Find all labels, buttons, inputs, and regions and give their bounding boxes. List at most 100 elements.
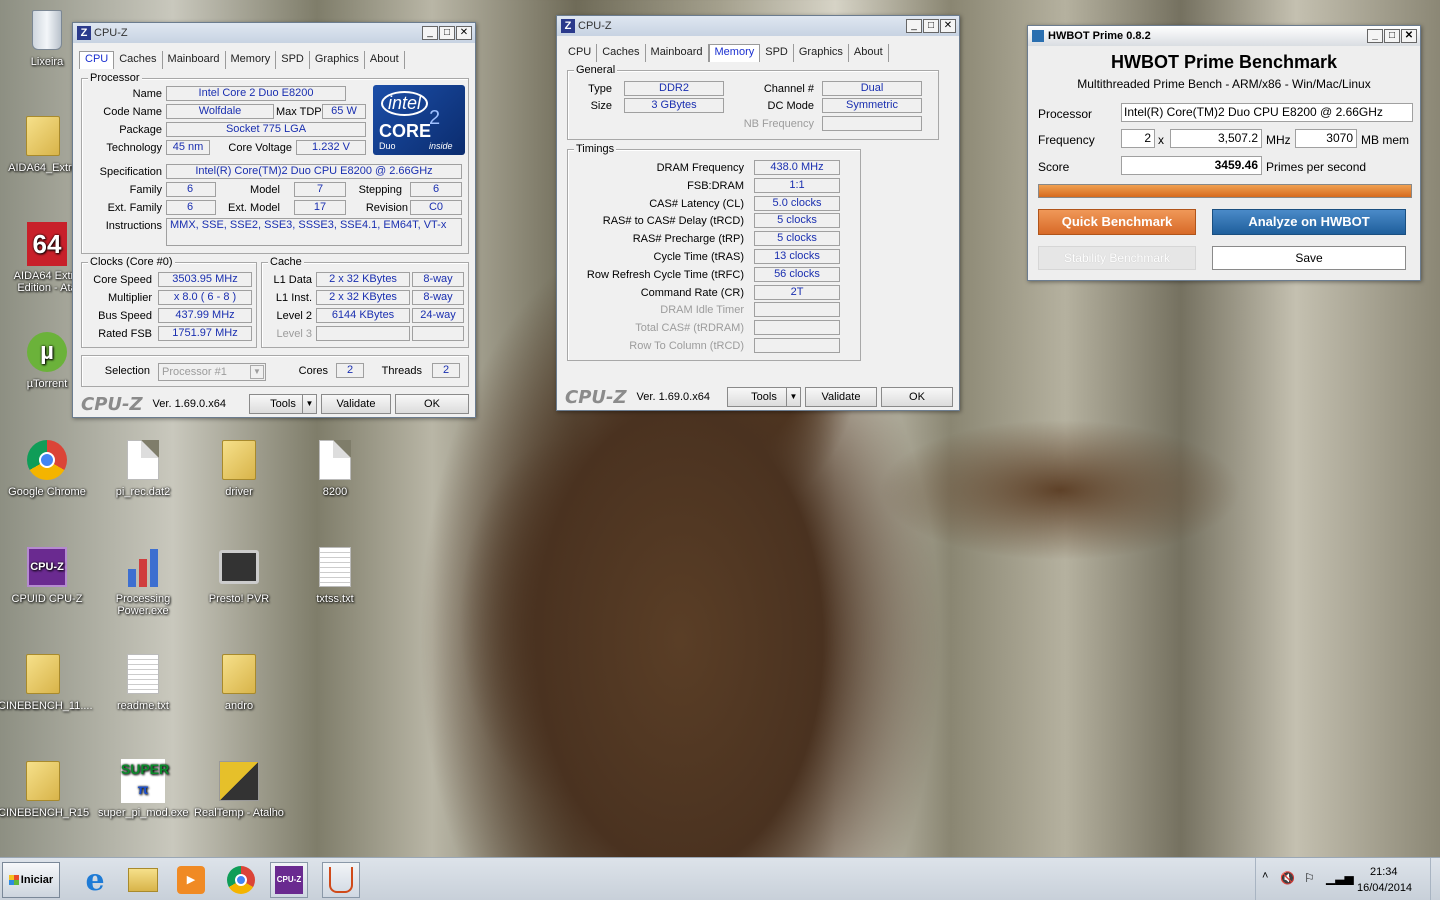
folder-icon[interactable]: driver: [194, 438, 284, 498]
java-taskbar-icon[interactable]: [322, 862, 360, 898]
tools-button[interactable]: Tools ▼: [249, 394, 317, 414]
cpuz-logo-icon: Z: [77, 26, 91, 40]
cpuz-memory-window: Z CPU-Z _ □ ✕ CPU Caches Mainboard Memory S…: [556, 15, 960, 411]
subheading: Multithreaded Prime Bench - ARM/x86 - Wi…: [1077, 77, 1371, 91]
save-button[interactable]: Save: [1212, 246, 1406, 270]
memory-label: MB mem: [1361, 133, 1409, 147]
chevron-down-icon[interactable]: ▼: [250, 365, 264, 379]
tab-cpu[interactable]: CPU: [79, 51, 115, 69]
tab-caches[interactable]: Caches: [114, 51, 163, 69]
timing-label: DRAM Idle Timer: [660, 304, 744, 317]
clock-time[interactable]: 21:34: [1370, 866, 1398, 878]
tab-cpu[interactable]: CPU: [563, 44, 598, 62]
file-icon[interactable]: pi_rec.dat2: [98, 438, 188, 498]
folder-icon[interactable]: CINEBENCH_R15: [0, 759, 90, 819]
minimize-icon[interactable]: _: [1367, 29, 1383, 43]
windows-logo-icon: [8, 875, 19, 885]
tab-graphics[interactable]: Graphics: [794, 44, 849, 62]
score-value: 3459.46: [1121, 156, 1262, 175]
extfamily-label: Ext. Family: [107, 202, 162, 214]
bar-chart-icon[interactable]: Processing Power.exe: [98, 545, 188, 617]
timing-label: Total CAS# (tRDRAM): [635, 322, 744, 335]
text-file-icon[interactable]: txtss.txt: [290, 545, 380, 605]
chrome-icon[interactable]: [222, 862, 260, 898]
cpuz-cpu-window: Z CPU-Z _ □ ✕ CPU Caches Mainboard Memory S…: [72, 22, 476, 418]
tv-icon[interactable]: Presto! PVR: [194, 545, 284, 605]
icon-label: CINEBENCH_R15: [0, 807, 90, 819]
icon-label: readme.txt: [117, 700, 169, 712]
file-explorer-icon[interactable]: [124, 862, 162, 898]
progress-fill: [1039, 185, 1411, 197]
extfamily-value: 6: [166, 200, 216, 215]
folder-icon[interactable]: CINEBENCH_11....: [0, 652, 93, 712]
tab-about[interactable]: About: [849, 44, 889, 62]
network-icon[interactable]: ▁▃▅: [1326, 871, 1354, 885]
specification-label: Specification: [99, 166, 162, 178]
minimize-icon[interactable]: _: [422, 26, 438, 40]
chevron-down-icon[interactable]: ▼: [786, 388, 800, 406]
l1-inst-value: 2 x 32 KBytes: [316, 290, 410, 305]
tab-about[interactable]: About: [365, 51, 405, 69]
instructions-value: MMX, SSE, SSE2, SSE3, SSSE3, SSE4.1, EM6…: [166, 218, 462, 246]
processor-value: Intel(R) Core(TM)2 Duo CPU E8200 @ 2.66G…: [1121, 103, 1413, 122]
ok-button[interactable]: OK: [395, 394, 469, 414]
package-label: Package: [119, 124, 162, 136]
close-icon[interactable]: ✕: [940, 19, 956, 33]
timing-label: Command Rate (CR): [640, 286, 744, 299]
quick-benchmark-button[interactable]: Quick Benchmark: [1038, 209, 1196, 235]
icon-label: pi_rec.dat2: [115, 486, 171, 498]
tab-spd[interactable]: SPD: [760, 44, 794, 62]
timing-value: 5 clocks: [754, 213, 840, 229]
tab-graphics[interactable]: Graphics: [310, 51, 365, 69]
validate-button[interactable]: Validate: [805, 387, 877, 407]
tab-mainboard[interactable]: Mainboard: [163, 51, 226, 69]
system-tray: ˄ 🔇 ⚐ ▁▃▅ 21:34 16/04/2014: [1255, 858, 1440, 900]
maximize-icon[interactable]: □: [923, 19, 939, 33]
window-title: HWBOT Prime 0.8.2: [1048, 30, 1151, 42]
tab-spd[interactable]: SPD: [276, 51, 310, 69]
tab-mainboard[interactable]: Mainboard: [646, 44, 709, 62]
clock-date[interactable]: 16/04/2014: [1357, 882, 1412, 894]
file-icon[interactable]: 8200: [290, 438, 380, 498]
close-icon[interactable]: ✕: [1401, 29, 1417, 43]
volume-muted-icon[interactable]: 🔇: [1280, 871, 1295, 885]
family-label: Family: [129, 184, 162, 196]
tab-caches[interactable]: Caches: [597, 44, 646, 62]
maxtdp-value: 65 W: [322, 104, 366, 119]
instructions-label: Instructions: [105, 220, 162, 232]
minimize-icon[interactable]: _: [906, 19, 922, 33]
validate-button[interactable]: Validate: [321, 394, 391, 414]
show-hidden-icons-icon[interactable]: ˄: [1262, 870, 1268, 882]
text-file-icon[interactable]: readme.txt: [98, 652, 188, 712]
start-button[interactable]: Iniciar: [2, 862, 60, 898]
icon-label: RealTemp - Atalho: [194, 807, 284, 819]
superpi-icon[interactable]: SUPER π super_pi_mod.exe: [98, 759, 189, 819]
tools-button[interactable]: Tools ▼: [727, 387, 801, 407]
tab-memory[interactable]: Memory: [708, 44, 761, 62]
timing-label: FSB:DRAM: [687, 179, 744, 192]
chevron-down-icon[interactable]: ▼: [302, 395, 316, 413]
title-bar[interactable]: Z CPU-Z _ □ ✕: [73, 23, 475, 43]
folder-icon[interactable]: andro: [194, 652, 284, 712]
tab-memory[interactable]: Memory: [226, 51, 277, 69]
maximize-icon[interactable]: □: [1384, 29, 1400, 43]
timing-label: Cycle Time (tRAS): [653, 251, 744, 263]
cpuz-taskbar-icon[interactable]: CPU-Z: [270, 862, 308, 898]
title-bar[interactable]: HWBOT Prime 0.8.2 _ □ ✕: [1028, 26, 1420, 46]
analyze-on-hwbot-button[interactable]: Analyze on HWBOT: [1212, 209, 1406, 235]
maximize-icon[interactable]: □: [439, 26, 455, 40]
flag-icon[interactable]: ⚐: [1304, 871, 1315, 885]
internet-explorer-icon[interactable]: e: [76, 862, 114, 898]
cpuz-icon[interactable]: CPU-Z CPUID CPU-Z: [2, 545, 92, 605]
title-bar[interactable]: Z CPU-Z _ □ ✕: [557, 16, 959, 36]
ok-button[interactable]: OK: [881, 387, 953, 407]
close-icon[interactable]: ✕: [456, 26, 472, 40]
window-title: CPU-Z: [94, 27, 128, 39]
media-player-icon[interactable]: ▶: [172, 862, 210, 898]
chrome-icon[interactable]: Google Chrome: [2, 438, 92, 498]
stability-benchmark-button[interactable]: Stability Benchmark: [1038, 246, 1196, 270]
show-desktop-button[interactable]: [1430, 858, 1440, 900]
realtemp-icon[interactable]: RealTemp - Atalho: [194, 759, 284, 819]
processor-select[interactable]: Processor #1 ▼: [158, 363, 266, 381]
icon-label: Presto! PVR: [208, 593, 270, 605]
